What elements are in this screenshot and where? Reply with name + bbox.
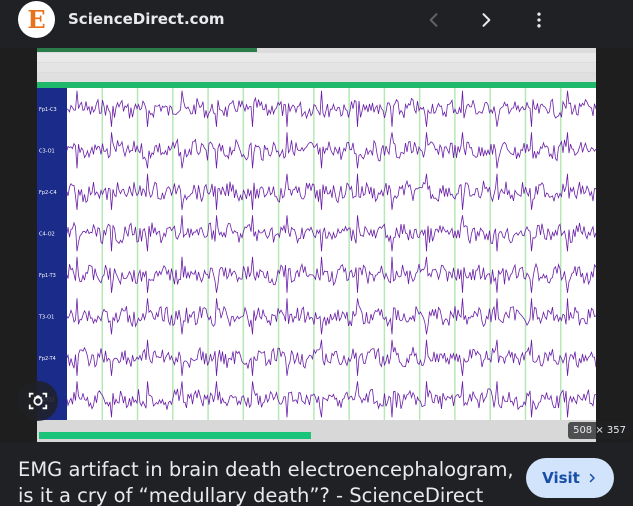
eeg-trace-C4-O2 xyxy=(66,215,596,252)
result-header: E ScienceDirect.com xyxy=(0,0,633,48)
next-button[interactable] xyxy=(472,6,500,34)
eeg-trace-C3-O1 xyxy=(66,132,596,169)
image-dimensions: 508 × 357 xyxy=(568,422,631,439)
eeg-screenshot: Fp1-C3C3-O1Fp2-C4C4-O2Fp1-T3T3-O1Fp2-T4T… xyxy=(37,48,596,442)
eeg-software-toolbar xyxy=(37,48,596,88)
more-options-button[interactable] xyxy=(525,6,553,34)
eeg-trace-Fp1-C3 xyxy=(66,90,596,127)
eeg-trace-T3-O1 xyxy=(66,298,596,335)
eeg-trace-Fp2-T4 xyxy=(66,339,596,376)
eeg-channel-labels: Fp1-C3C3-O1Fp2-C4C4-O2Fp1-T3T3-O1Fp2-T4T… xyxy=(37,88,67,420)
more-vert-icon xyxy=(537,12,541,28)
visit-label: Visit xyxy=(542,469,580,487)
search-inside-image-button[interactable] xyxy=(18,381,58,421)
image-preview[interactable]: Fp1-C3C3-O1Fp2-C4C4-O2Fp1-T3T3-O1Fp2-T4T… xyxy=(0,48,633,442)
chevron-right-icon xyxy=(589,473,595,483)
eeg-trace-Fp1-T3 xyxy=(66,256,596,293)
eeg-trace-T4-O2 xyxy=(66,381,596,418)
eeg-channel-label: Fp2-T4 xyxy=(39,356,56,362)
eeg-progress-bar xyxy=(39,432,311,439)
site-name[interactable]: ScienceDirect.com xyxy=(68,10,225,28)
site-logo[interactable]: E xyxy=(18,1,55,38)
result-title[interactable]: EMG artifact in brain death electroencep… xyxy=(18,457,518,506)
chevron-left-icon xyxy=(429,13,438,27)
eeg-channel-label: Fp2-C4 xyxy=(39,190,57,196)
eeg-channel-label: Fp1-T3 xyxy=(39,273,56,279)
eeg-channel-label: Fp1-C3 xyxy=(39,107,57,113)
chevron-right-icon xyxy=(482,13,491,27)
visit-button[interactable]: Visit xyxy=(526,458,614,498)
eeg-channel-label: C4-O2 xyxy=(39,231,55,237)
eeg-channel-label: C3-O1 xyxy=(39,148,55,154)
eeg-trace-Fp2-C4 xyxy=(66,173,596,210)
visual-search-icon xyxy=(28,392,48,410)
eeg-channel-label: T3-O1 xyxy=(38,314,54,320)
eeg-status-bar xyxy=(37,420,596,442)
previous-button[interactable] xyxy=(420,6,448,34)
eeg-traces xyxy=(66,88,596,420)
